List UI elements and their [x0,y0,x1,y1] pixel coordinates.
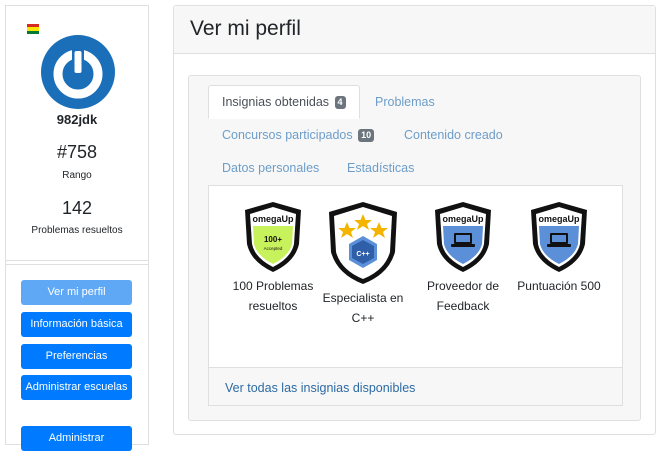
tab-label: Concursos participados [222,128,353,142]
rank-value: #758 [56,142,98,162]
tab-label: Insignias obtenidas [222,95,330,109]
flag-band-bottom [27,30,39,34]
badge-feedback-provider-icon: omegaUp [435,202,491,272]
tab-contests[interactable]: Concursos participados 10 [222,128,375,142]
badge-name: 100 Problemas resueltos [232,279,314,313]
badge-brand: omegaUp [442,214,484,224]
badge-100-solved-icon: omegaUp 100+ Accepted [245,202,301,272]
solved-label: Problemas resueltos [31,225,123,236]
tab-personal-data[interactable]: Datos personales [222,161,319,175]
rank-label: Rango [62,170,92,181]
country-flag-icon [27,24,39,34]
tab-statistics[interactable]: Estadísticas [347,161,414,175]
badge-text: 100+ [264,235,282,244]
solved-value: 142 [61,198,93,218]
count-badge: 4 [334,96,346,109]
badge-card[interactable]: C++ Especialista en C++ [318,200,408,328]
badge-subtext: Accepted [264,246,283,251]
laptop-screen [552,235,566,242]
badge-name: Especialista en C++ [322,291,404,325]
username: 982jdk [56,112,98,127]
tab-badges[interactable]: Insignias obtenidas 4 [208,85,360,119]
power-icon-bar [74,51,82,73]
badge-score-500-icon: omegaUp [531,202,587,272]
view-all-badges-link[interactable]: Ver todas las insignias disponibles [225,381,415,395]
preferences-button[interactable]: Preferencias [21,344,132,369]
profile-tabs-card: Insignias obtenidas 4 Problemas Concurso… [188,75,641,421]
count-badge: 10 [358,129,375,142]
badge-name: Proveedor de Feedback [426,279,500,313]
basic-info-button[interactable]: Información básica [21,312,132,337]
tab-created-content[interactable]: Contenido creado [404,128,503,142]
badge-cpp-specialist-icon: C++ [329,202,397,284]
badge-card[interactable]: omegaUp 100+ Accepted 100 Problemas resu… [228,200,318,316]
divider [6,264,148,265]
badges-panel-footer: Ver todas las insignias disponibles [209,367,622,405]
laptop-base [451,244,475,247]
badge-name: Puntuación 500 [517,279,601,293]
badge-brand: omegaUp [538,214,580,224]
profile-sidebar: 982jdk #758 Rango 142 Problemas resuelto… [5,5,149,451]
profile-main-panel: Ver mi perfil Insignias obtenidas 4 Prob… [173,5,656,435]
laptop-screen [456,235,470,242]
divider [6,260,148,261]
laptop-base [547,244,571,247]
view-profile-button[interactable]: Ver mi perfil [21,280,132,305]
badge-card[interactable]: omegaUp Puntuación 500 [514,200,604,296]
avatar[interactable] [41,35,115,109]
badge-brand: omegaUp [252,214,294,224]
tab-problems[interactable]: Problemas [375,95,435,109]
badges-panel: omegaUp 100+ Accepted 100 Problemas resu… [208,185,623,406]
manage-schools-button[interactable]: Administrar escuelas [21,375,132,400]
badge-text: C++ [356,251,369,258]
badge-card[interactable]: omegaUp Proveedor de Feedback [418,200,508,316]
page-title: Ver mi perfil [174,6,655,54]
